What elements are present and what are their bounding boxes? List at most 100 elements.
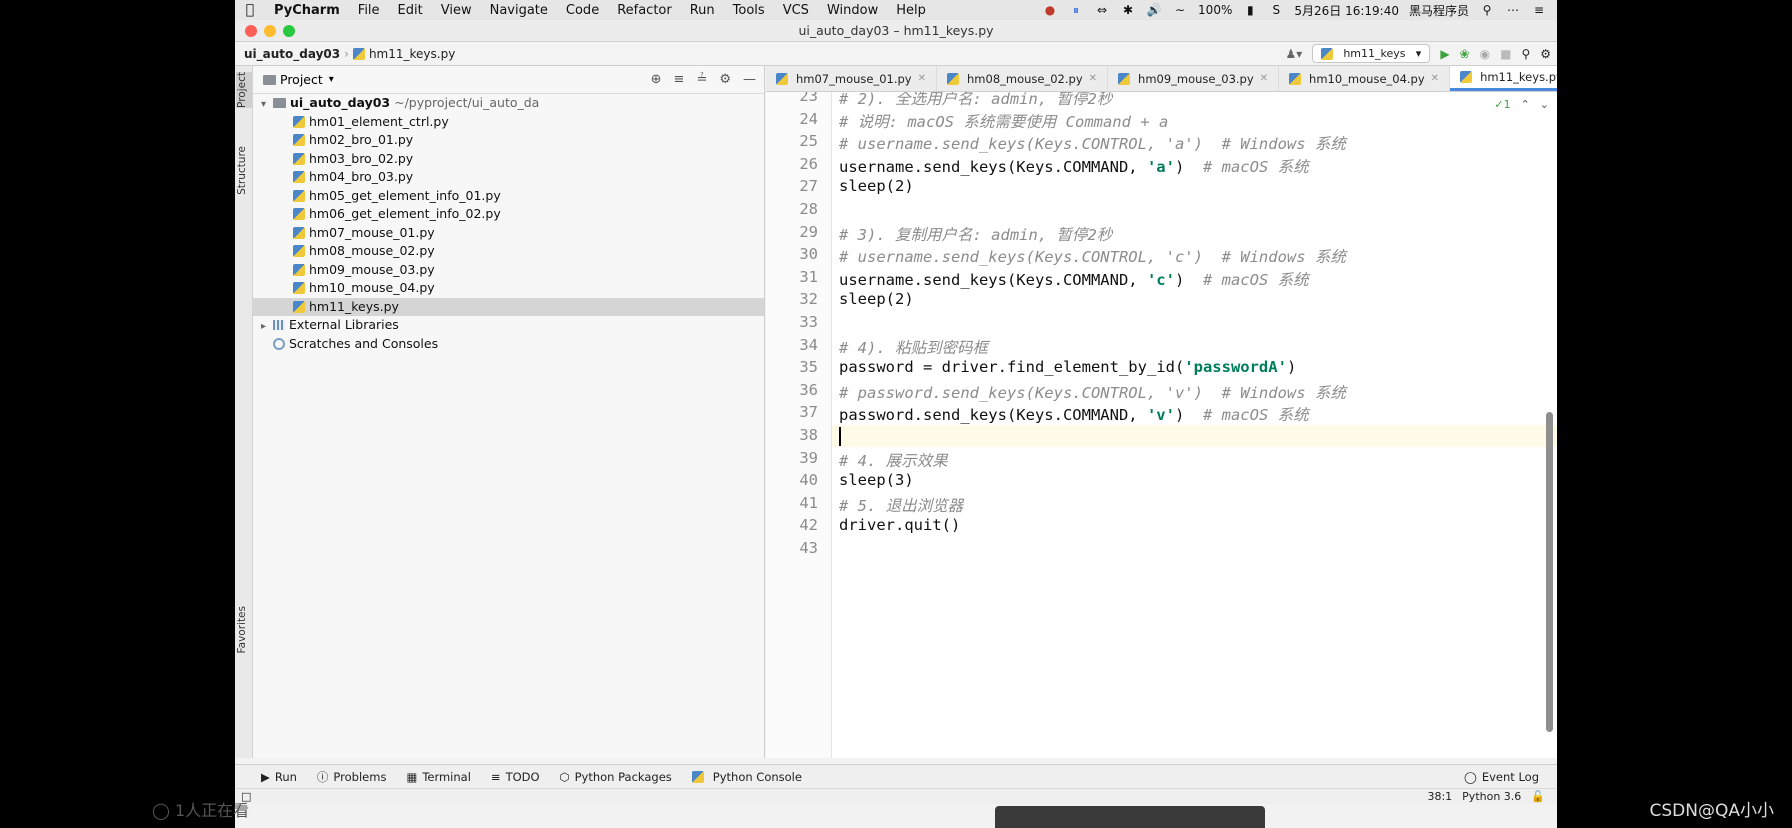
- gear-icon[interactable]: ⚙: [719, 72, 731, 87]
- tree-scratches[interactable]: Scratches and Consoles: [253, 335, 764, 354]
- notification-icon[interactable]: ≡: [1531, 4, 1547, 16]
- file-item[interactable]: hm04_bro_03.py: [253, 168, 764, 187]
- code-line[interactable]: sleep(2): [839, 177, 914, 195]
- caret-position[interactable]: 38:1: [1427, 790, 1452, 803]
- file-item[interactable]: hm06_get_element_info_02.py: [253, 205, 764, 224]
- menubar-user[interactable]: 黑马程序员: [1409, 2, 1469, 19]
- file-item[interactable]: hm08_mouse_02.py: [253, 242, 764, 261]
- editor-tab[interactable]: hm07_mouse_01.py ✕: [766, 66, 938, 91]
- menu-tools[interactable]: Tools: [724, 3, 774, 18]
- breadcrumb-project[interactable]: ui_auto_day03: [244, 47, 340, 61]
- toolwindow-terminal[interactable]: ▦ Terminal: [396, 770, 480, 784]
- file-item[interactable]: hm02_bro_01.py: [253, 131, 764, 150]
- code-editor[interactable]: 23 24 25 26 27 28 29 30 31 32 33 34 35 36 37 38 39 40 41 42…: [766, 92, 1557, 758]
- toolwindow-python-packages[interactable]: ⬡ Python Packages: [550, 770, 682, 784]
- side-tab-project[interactable]: Project: [236, 72, 252, 108]
- menu-app[interactable]: PyCharm: [265, 3, 349, 18]
- close-icon[interactable]: ✕: [1260, 73, 1268, 84]
- editor-tab[interactable]: hm09_mouse_03.py ✕: [1108, 66, 1280, 91]
- file-item[interactable]: hm05_get_element_info_01.py: [253, 187, 764, 206]
- toolwindow-run[interactable]: ▶ Run: [235, 770, 307, 784]
- zoom-window-button[interactable]: [283, 25, 295, 37]
- battery-icon[interactable]: ▮: [1242, 4, 1258, 16]
- close-window-button[interactable]: [245, 25, 257, 37]
- file-item[interactable]: hm10_mouse_04.py: [253, 279, 764, 298]
- search-icon[interactable]: ⚲: [1521, 47, 1530, 61]
- menu-view[interactable]: View: [432, 3, 481, 18]
- debug-icon[interactable]: ❀: [1460, 47, 1470, 61]
- code-line[interactable]: # password.send_keys(Keys.CONTROL, 'v') …: [839, 381, 1346, 403]
- locate-icon[interactable]: ⊕: [651, 72, 662, 87]
- run-config-select[interactable]: hm11_keys ▾: [1312, 44, 1431, 63]
- menu-help[interactable]: Help: [887, 3, 935, 18]
- code-line[interactable]: sleep(2): [839, 290, 914, 308]
- file-item[interactable]: hm07_mouse_01.py: [253, 224, 764, 243]
- clock[interactable]: 5月26日 16:19:40: [1294, 2, 1399, 19]
- wifi-icon[interactable]: ∼: [1172, 4, 1188, 16]
- record-icon[interactable]: ●: [1042, 4, 1058, 16]
- apple-icon[interactable]: : [235, 2, 265, 18]
- spotlight-icon[interactable]: ⚲: [1479, 4, 1495, 16]
- editor-tab[interactable]: hm10_mouse_04.py ✕: [1279, 66, 1451, 91]
- close-icon[interactable]: ✕: [1089, 73, 1097, 84]
- minimize-window-button[interactable]: [264, 25, 276, 37]
- code-line[interactable]: username.send_keys(Keys.COMMAND, 'a') # …: [839, 155, 1309, 177]
- input-source-icon[interactable]: S: [1268, 4, 1284, 16]
- toolwindow-problems[interactable]: ⓘ Problems: [307, 769, 397, 785]
- run-icon[interactable]: ▶: [1440, 47, 1449, 61]
- interpreter[interactable]: Python 3.6: [1462, 790, 1521, 803]
- file-item[interactable]: hm01_element_ctrl.py: [253, 113, 764, 132]
- code-line[interactable]: password.send_keys(Keys.COMMAND, 'v') # …: [839, 403, 1309, 425]
- close-icon[interactable]: ✕: [1431, 73, 1439, 84]
- close-icon[interactable]: ✕: [918, 73, 926, 84]
- chevron-down-icon[interactable]: ⌄: [1540, 98, 1549, 111]
- volume-icon[interactable]: 🔊: [1146, 4, 1162, 16]
- code-line[interactable]: # username.send_keys(Keys.CONTROL, 'c') …: [839, 245, 1346, 267]
- toolwindow-python-console[interactable]: Python Console: [682, 770, 812, 784]
- lock-icon[interactable]: 🔓: [1531, 790, 1545, 803]
- code-line[interactable]: password = driver.find_element_by_id('pa…: [839, 358, 1296, 376]
- menu-file[interactable]: File: [349, 3, 389, 18]
- expand-all-icon[interactable]: ≡: [674, 72, 685, 87]
- menu-refactor[interactable]: Refactor: [608, 3, 681, 18]
- hide-panel-icon[interactable]: —: [743, 72, 756, 87]
- menu-window[interactable]: Window: [818, 3, 887, 18]
- bluetooth-icon[interactable]: ✱: [1120, 4, 1136, 16]
- settings-icon[interactable]: ⚙: [1540, 47, 1551, 61]
- code-line[interactable]: # 4). 粘贴到密码框: [839, 336, 988, 358]
- side-tab-favorites[interactable]: Favorites: [236, 606, 252, 653]
- editor-scrollbar[interactable]: [1546, 412, 1553, 732]
- stop-icon[interactable]: ■: [1500, 47, 1511, 61]
- menu-run[interactable]: Run: [681, 3, 724, 18]
- menu-vcs[interactable]: VCS: [774, 3, 818, 18]
- coverage-icon[interactable]: ◉: [1480, 47, 1490, 61]
- code-line[interactable]: # 4. 展示效果: [839, 449, 948, 471]
- editor-tab-active[interactable]: hm11_keys.py✕: [1450, 66, 1557, 91]
- code-line[interactable]: # 2). 全选用户名: admin, 暂停2秒: [839, 92, 1112, 109]
- toolwindow-event-log[interactable]: ◯ Event Log: [1454, 770, 1557, 784]
- user-icon[interactable]: ♟▾: [1286, 47, 1303, 61]
- chevron-down-icon[interactable]: ▾: [329, 74, 334, 85]
- file-item[interactable]: hm09_mouse_03.py: [253, 261, 764, 280]
- project-view-select[interactable]: Project: [280, 72, 323, 87]
- tree-root[interactable]: ▾ ui_auto_day03 ~/pyproject/ui_auto_da: [253, 94, 764, 113]
- control-center-icon[interactable]: ⋯: [1505, 4, 1521, 16]
- inspection-widget[interactable]: ✓1 ⌃ ⌄: [1494, 98, 1549, 111]
- side-tab-structure[interactable]: Structure: [236, 146, 252, 195]
- code-line[interactable]: sleep(3): [839, 471, 914, 489]
- code-line[interactable]: # username.send_keys(Keys.CONTROL, 'a') …: [839, 132, 1346, 154]
- file-item[interactable]: hm03_bro_02.py: [253, 150, 764, 169]
- arrows-icon[interactable]: ⇔: [1094, 4, 1110, 16]
- toolwindow-todo[interactable]: ≡ TODO: [481, 770, 550, 784]
- menu-edit[interactable]: Edit: [389, 3, 432, 18]
- code-line[interactable]: driver.quit(): [839, 516, 960, 534]
- pause-icon[interactable]: ⏸: [1068, 4, 1084, 16]
- breadcrumb-file[interactable]: hm11_keys.py: [369, 47, 455, 61]
- menu-code[interactable]: Code: [557, 3, 608, 18]
- collapse-all-icon[interactable]: ≟: [696, 72, 707, 87]
- inspection-ok-icon[interactable]: ✓1: [1494, 98, 1510, 111]
- chevron-up-icon[interactable]: ⌃: [1521, 98, 1530, 111]
- file-item-selected[interactable]: hm11_keys.py: [253, 297, 764, 316]
- tree-external-libraries[interactable]: ▸ External Libraries: [253, 316, 764, 335]
- code-line[interactable]: # 5. 退出浏览器: [839, 494, 963, 516]
